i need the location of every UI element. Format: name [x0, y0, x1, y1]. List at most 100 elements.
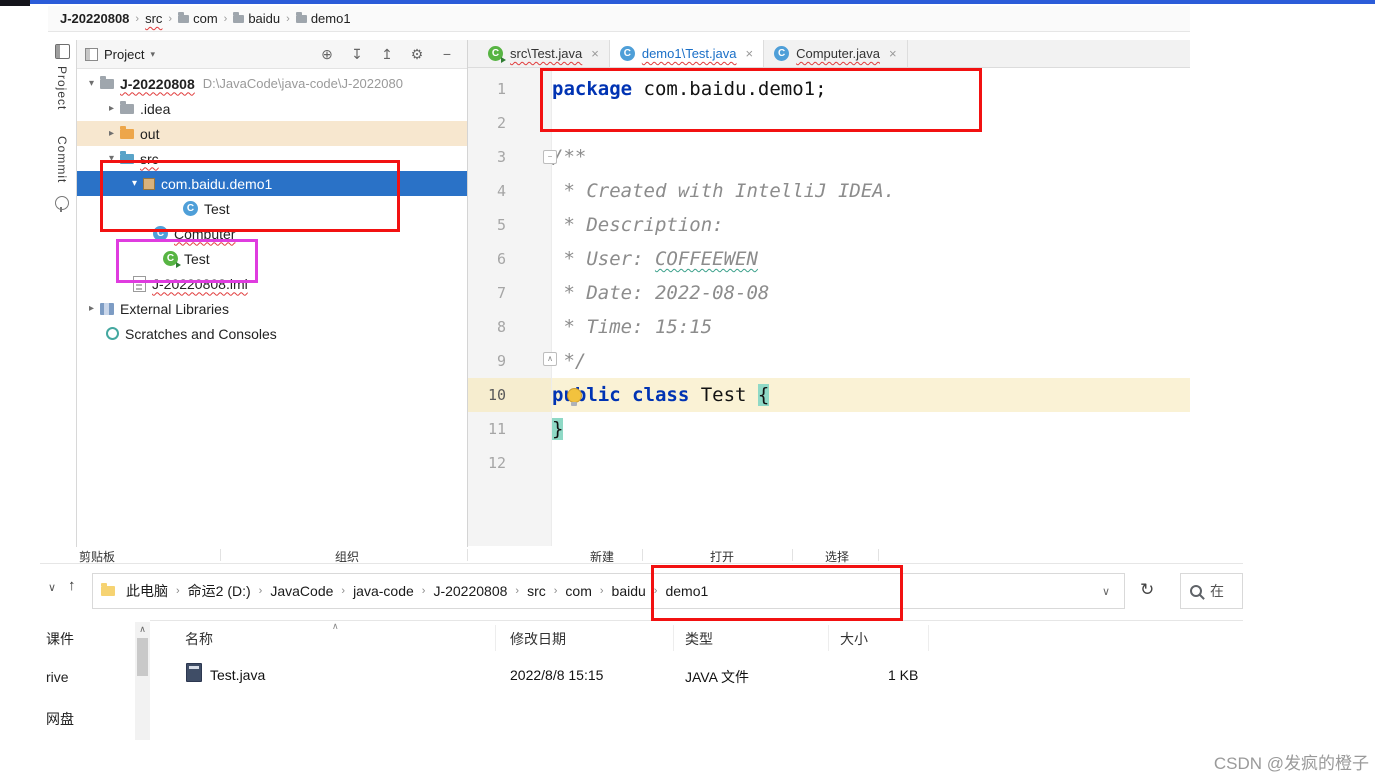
code-line[interactable]: * Description:	[552, 208, 1190, 242]
chevron-right-icon: ›	[135, 12, 140, 25]
breadcrumb-item-baidu[interactable]: baidu	[233, 11, 280, 26]
sort-indicator-icon: ∧	[332, 621, 339, 631]
address-crumb-java-code[interactable]: java-code	[350, 583, 417, 599]
code-line[interactable]: }	[552, 412, 1190, 446]
chevron-expanded-icon[interactable]: ▾	[83, 78, 100, 89]
folder-icon	[233, 11, 245, 23]
recent-locations-chevron-icon[interactable]: ∨	[48, 581, 56, 594]
tree-row-test-src[interactable]: C Test	[77, 246, 467, 271]
tree-row-scratches[interactable]: Scratches and Consoles	[77, 321, 467, 346]
address-crumb-baidu[interactable]: baidu	[609, 583, 649, 599]
close-tab-icon[interactable]: ×	[591, 46, 599, 61]
breadcrumb-item-demo1[interactable]: demo1	[295, 11, 351, 26]
chevron-collapsed-icon[interactable]: ▸	[83, 303, 100, 314]
breadcrumb-item-com[interactable]: com	[178, 11, 218, 26]
sidebar-scrollbar[interactable]: ∧	[135, 622, 150, 740]
tree-row-out[interactable]: ▸ out	[77, 121, 467, 146]
chevron-right-icon: ›	[515, 585, 520, 597]
intention-bulb-icon[interactable]	[567, 388, 582, 406]
chevron-expanded-icon[interactable]: ▾	[103, 153, 120, 164]
address-crumb-src[interactable]: src	[524, 583, 549, 599]
column-header-name[interactable]: 名称	[185, 629, 213, 649]
fold-region-icon[interactable]: −	[543, 150, 557, 164]
code-line[interactable]	[552, 446, 1190, 480]
address-bar[interactable]: 此电脑 › 命运2 (D:) › JavaCode › java-code › …	[92, 573, 1125, 609]
sidebar-item-netdisk[interactable]: 网盘	[46, 709, 74, 729]
fold-region-icon[interactable]: ∧	[543, 352, 557, 366]
search-icon	[1190, 585, 1202, 597]
sidebar-item-onedrive[interactable]: rive	[46, 669, 69, 685]
code-line[interactable]: */	[552, 344, 1190, 378]
sidebar-item-courseware[interactable]: 课件	[46, 629, 74, 649]
hide-panel-icon[interactable]: −	[435, 46, 459, 62]
tool-window-icon[interactable]	[55, 195, 69, 212]
tab-src-test-java[interactable]: C src\Test.java ×	[478, 40, 610, 67]
tool-window-button-project[interactable]: Project	[55, 66, 69, 110]
tab-computer-java[interactable]: C Computer.java ×	[764, 40, 908, 67]
code-line[interactable]: * Created with IntelliJ IDEA.	[552, 174, 1190, 208]
column-header-size[interactable]: 大小	[840, 629, 868, 649]
code-line[interactable]: * Time: 15:15	[552, 310, 1190, 344]
up-arrow-icon[interactable]: ↑	[68, 577, 76, 594]
address-crumb-drive-d[interactable]: 命运2 (D:)	[185, 581, 254, 601]
code-line[interactable]	[552, 106, 1190, 140]
scrollbar-thumb[interactable]	[137, 638, 148, 676]
tree-row-src[interactable]: ▾ src	[77, 146, 467, 171]
locate-file-icon[interactable]: ⊕	[315, 46, 339, 63]
address-crumb-com[interactable]: com	[562, 583, 594, 599]
project-folder-icon	[100, 75, 114, 89]
chevron-collapsed-icon[interactable]: ▸	[103, 103, 120, 114]
tab-demo1-test-java[interactable]: C demo1\Test.java ×	[609, 40, 765, 67]
collapse-all-icon[interactable]: ↥	[375, 46, 399, 63]
address-crumb-this-pc[interactable]: 此电脑	[123, 581, 171, 601]
project-view-icon	[85, 47, 98, 61]
chevron-expanded-icon[interactable]: ▾	[126, 178, 143, 189]
editor-gutter[interactable]: 1 2 3 4 5 6 7 8 9 10 11 12	[468, 68, 552, 546]
settings-gear-icon[interactable]: ⚙	[405, 46, 429, 63]
column-header-modified[interactable]: 修改日期	[510, 629, 566, 649]
scroll-up-icon[interactable]: ∧	[135, 624, 150, 635]
tool-window-button-commit[interactable]: Commit	[55, 136, 69, 183]
class-icon: C	[183, 201, 198, 216]
tree-row-external-libraries[interactable]: ▸ External Libraries	[77, 296, 467, 321]
tree-row-package-demo1[interactable]: ▾ com.baidu.demo1	[77, 171, 467, 196]
address-crumb-javacode[interactable]: JavaCode	[267, 583, 336, 599]
address-crumb-j20220808[interactable]: J-20220808	[430, 583, 510, 599]
java-file-icon	[186, 663, 202, 682]
runnable-class-icon: C	[163, 251, 181, 268]
code-editor[interactable]: package com.baidu.demo1; /** * Created w…	[552, 68, 1190, 546]
module-file-icon	[133, 275, 146, 292]
code-line-caret[interactable]: public class Test {	[552, 378, 1190, 412]
project-tool-window-icon	[54, 44, 70, 59]
tool-window-stripe: Project Commit	[48, 32, 76, 547]
tree-row-root[interactable]: ▾ J-20220808 D:\JavaCode\java-code\J-202…	[77, 71, 467, 96]
address-dropdown-chevron-icon[interactable]: ∨	[1096, 585, 1116, 598]
tree-row-idea[interactable]: ▸ .idea	[77, 96, 467, 121]
chevron-collapsed-icon[interactable]: ▸	[103, 128, 120, 139]
project-panel-title[interactable]: Project	[104, 47, 144, 62]
expand-all-icon[interactable]: ↧	[345, 46, 369, 63]
search-input[interactable]: 在	[1180, 573, 1243, 609]
address-crumb-demo1[interactable]: demo1	[662, 583, 711, 599]
excluded-folder-icon	[120, 125, 134, 139]
code-line[interactable]: /**	[552, 140, 1190, 174]
tree-row-computer[interactable]: C Computer	[77, 221, 467, 246]
project-panel: Project ▾ ⊕ ↧ ↥ ⚙ − ▾ J-20220808 D:\Java…	[76, 40, 467, 547]
column-header-type[interactable]: 类型	[685, 629, 713, 649]
close-tab-icon[interactable]: ×	[746, 46, 754, 61]
project-path: D:\JavaCode\java-code\J-2022080	[202, 76, 403, 91]
breadcrumb-item-project[interactable]: J-20220808	[60, 11, 129, 26]
file-explorer-window: 剪贴板 组织 新建 打开 选择 ∨ ↑ 此电脑 › 命运2 (D:) › Jav…	[40, 547, 1243, 740]
code-line[interactable]: * Date: 2022-08-08	[552, 276, 1190, 310]
breadcrumb-item-src[interactable]: src	[145, 11, 162, 26]
window-top-corner	[0, 0, 30, 6]
close-tab-icon[interactable]: ×	[889, 46, 897, 61]
code-line[interactable]: * User: COFFEEWEN	[552, 242, 1190, 276]
refresh-icon[interactable]: ↻	[1140, 580, 1154, 600]
chevron-right-icon: ›	[599, 585, 604, 597]
breadcrumb: J-20220808 › src › com › baidu › demo1	[48, 6, 1190, 32]
tree-row-test-demo1[interactable]: C Test	[77, 196, 467, 221]
chevron-down-icon[interactable]: ▾	[150, 49, 155, 60]
code-line[interactable]: package com.baidu.demo1;	[552, 72, 1190, 106]
tree-row-iml[interactable]: J-20220808.iml	[77, 271, 467, 296]
